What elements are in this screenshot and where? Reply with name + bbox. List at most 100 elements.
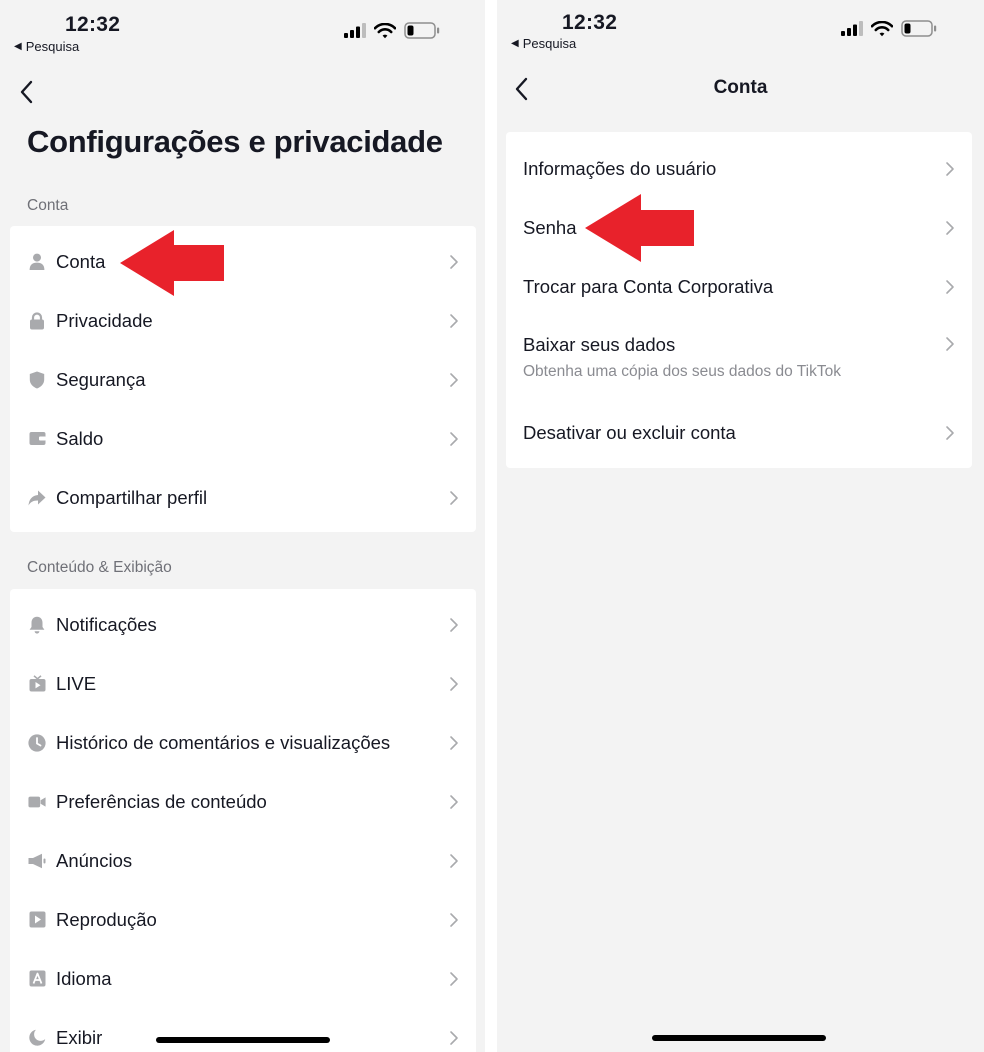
shield-icon [28,371,46,389]
status-icons [344,22,440,39]
person-icon [28,253,46,271]
megaphone-icon [28,852,46,870]
account-screen: 12:32 ◀ Pesquisa Conta Informações do us… [497,0,984,1052]
back-triangle-icon: ◀ [511,38,519,49]
moon-icon [28,1029,46,1047]
settings-item-label: LIVE [56,672,97,694]
account-item-conta-corporativa[interactable]: Trocar para Conta Corporativa [506,257,972,316]
battery-icon [901,20,937,37]
live-tv-icon [28,675,46,693]
settings-item-label: Segurança [56,368,146,390]
account-settings-card: Conta Privacidade Segurança Saldo Compar… [10,226,476,532]
back-to-app-link[interactable]: ◀ Pesquisa [511,36,576,51]
settings-item-label: Conta [56,250,106,272]
settings-item-compartilhar-perfil[interactable]: Compartilhar perfil [10,468,476,527]
section-label-account: Conta [27,197,69,214]
wifi-icon [374,22,396,38]
account-item-desativar-excluir[interactable]: Desativar ou excluir conta [506,403,972,462]
settings-item-label: Saldo [56,427,104,449]
annotation-arrow-icon [585,194,694,262]
settings-item-label: Anúncios [56,849,133,871]
account-item-senha[interactable]: Senha [506,198,972,257]
account-item-label: Baixar seus dados [523,334,676,355]
back-to-app-label: Pesquisa [522,36,577,51]
account-options-card: Informações do usuário Senha Trocar para… [506,132,972,468]
chevron-right-icon [450,971,458,986]
settings-item-label: Preferências de conteúdo [56,790,267,812]
chevron-right-icon [450,735,458,750]
settings-item-reproducao[interactable]: Reprodução [10,890,476,949]
annotation-arrow-icon [120,230,224,296]
chevron-right-icon [450,676,458,691]
settings-privacy-screen: 12:32 ◀ Pesquisa Configurações e privaci… [0,0,485,1052]
lock-icon [28,311,46,330]
home-indicator[interactable] [652,1035,826,1041]
settings-item-label: Privacidade [56,309,153,331]
account-item-subtitle: Obtenha uma cópia dos seus dados do TikT… [523,363,841,380]
status-bar: 12:32 ◀ Pesquisa [0,0,485,60]
back-arrow-icon[interactable] [16,77,40,107]
account-item-informacoes-usuario[interactable]: Informações do usuário [506,139,972,198]
settings-item-seguranca[interactable]: Segurança [10,350,476,409]
chevron-right-icon [450,254,458,269]
settings-item-live[interactable]: LIVE [10,654,476,713]
settings-item-preferencias-conteudo[interactable]: Preferências de conteúdo [10,772,476,831]
account-item-label: Senha [523,216,577,238]
chevron-right-icon [450,912,458,927]
settings-item-notificacoes[interactable]: Notificações [10,595,476,654]
account-item-baixar-dados[interactable]: Baixar seus dados Obtenha uma cópia dos … [506,315,972,403]
back-to-app-link[interactable]: ◀ Pesquisa [14,39,79,54]
chevron-right-icon [450,1030,458,1045]
account-item-label: Trocar para Conta Corporativa [523,275,774,297]
play-icon [28,911,46,929]
settings-item-saldo[interactable]: Saldo [10,409,476,468]
language-icon [28,970,46,988]
chevron-right-icon [946,161,954,176]
status-time: 12:32 [562,11,618,34]
settings-item-conta[interactable]: Conta [10,232,476,291]
settings-item-anuncios[interactable]: Anúncios [10,831,476,890]
settings-item-label: Exibir [56,1026,103,1048]
status-bar: 12:32 ◀ Pesquisa [497,0,984,60]
settings-item-label: Reprodução [56,908,157,930]
chevron-right-icon [450,794,458,809]
settings-item-label: Notificações [56,613,157,635]
chevron-right-icon [450,490,458,505]
chevron-right-icon [450,431,458,446]
back-triangle-icon: ◀ [14,41,22,52]
status-icons [841,20,937,37]
chevron-right-icon [450,372,458,387]
page-title: Configurações e privacidade [27,124,443,159]
account-item-label: Informações do usuário [523,157,717,179]
cellular-signal-icon [841,21,863,36]
wifi-icon [871,20,893,36]
settings-item-label: Idioma [56,967,112,989]
settings-item-label: Compartilhar perfil [56,486,208,508]
settings-item-idioma[interactable]: Idioma [10,949,476,1008]
share-icon [28,489,46,507]
settings-item-privacidade[interactable]: Privacidade [10,291,476,350]
chevron-right-icon [450,617,458,632]
settings-item-historico[interactable]: Histórico de comentários e visualizações [10,713,476,772]
battery-icon [404,22,440,39]
back-to-app-label: Pesquisa [25,39,80,54]
bell-icon [28,616,46,634]
chevron-right-icon [946,337,954,351]
clock-icon [28,733,46,752]
chevron-right-icon [946,425,954,440]
settings-item-exibir[interactable]: Exibir [10,1008,476,1052]
chevron-right-icon [450,853,458,868]
video-camera-icon [28,793,46,811]
chevron-right-icon [946,220,954,235]
wallet-icon [28,430,46,448]
page-title: Conta [713,77,768,98]
status-time: 12:32 [65,13,121,36]
settings-item-label: Histórico de comentários e visualizações [56,731,391,753]
content-display-card: Notificações LIVE Histórico de comentári… [10,589,476,1052]
cellular-signal-icon [344,23,366,38]
chevron-right-icon [450,313,458,328]
chevron-right-icon [946,279,954,294]
section-label-content: Conteúdo & Exibição [27,559,172,576]
account-item-label: Desativar ou excluir conta [523,421,736,443]
home-indicator[interactable] [156,1037,330,1043]
